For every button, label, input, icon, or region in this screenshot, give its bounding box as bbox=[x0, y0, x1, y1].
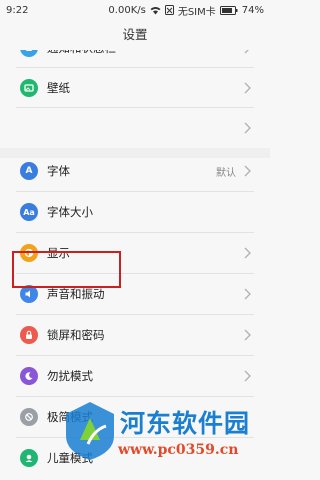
chevron-right-icon bbox=[244, 329, 251, 341]
kid-icon bbox=[20, 449, 38, 467]
font-icon: A bbox=[20, 162, 38, 180]
chevron-right-icon bbox=[244, 82, 251, 94]
settings-item-notifications[interactable]: 通知和状态栏 bbox=[0, 41, 270, 68]
settings-item-lock-screen[interactable]: 锁屏和密码 bbox=[0, 315, 270, 355]
font-value: 默认 bbox=[216, 167, 236, 179]
chevron-right-icon bbox=[244, 165, 251, 177]
chevron-right-icon bbox=[244, 122, 251, 134]
moon-icon bbox=[20, 367, 38, 385]
watermark: 河东软件园 www.pc0359.cn bbox=[62, 398, 272, 480]
simple-mode-icon bbox=[20, 408, 38, 426]
settings-item-label: 通知和状态栏 bbox=[47, 41, 116, 55]
settings-item-do-not-disturb[interactable]: 勿扰模式 bbox=[0, 356, 270, 396]
settings-item-label: 锁屏和密码 bbox=[47, 328, 105, 342]
highlight-box bbox=[12, 251, 121, 288]
chevron-right-icon bbox=[244, 288, 251, 300]
settings-item-blank[interactable] bbox=[0, 108, 270, 148]
settings-item-font-size[interactable]: Aa 字体大小 bbox=[0, 192, 270, 232]
settings-item-font[interactable]: A 字体 默认 bbox=[0, 151, 270, 191]
watermark-logo-icon bbox=[66, 402, 114, 460]
settings-item-label: 字体大小 bbox=[47, 205, 93, 219]
settings-item-label: 声音和振动 bbox=[47, 287, 105, 301]
settings-item-label: 字体 bbox=[47, 164, 70, 178]
chevron-right-icon bbox=[244, 370, 251, 382]
notification-icon bbox=[20, 50, 38, 57]
chevron-right-icon bbox=[244, 247, 251, 259]
settings-item-label: 壁纸 bbox=[47, 81, 70, 95]
wallpaper-icon bbox=[20, 79, 38, 97]
settings-item-wallpaper[interactable]: 壁纸 bbox=[0, 68, 270, 108]
watermark-url: www.pc0359.cn bbox=[118, 442, 239, 458]
font-size-icon: Aa bbox=[20, 203, 38, 221]
chevron-right-icon bbox=[244, 50, 249, 54]
lock-icon bbox=[20, 326, 38, 344]
watermark-title: 河东软件园 bbox=[120, 409, 251, 438]
settings-item-label: 勿扰模式 bbox=[47, 369, 93, 383]
